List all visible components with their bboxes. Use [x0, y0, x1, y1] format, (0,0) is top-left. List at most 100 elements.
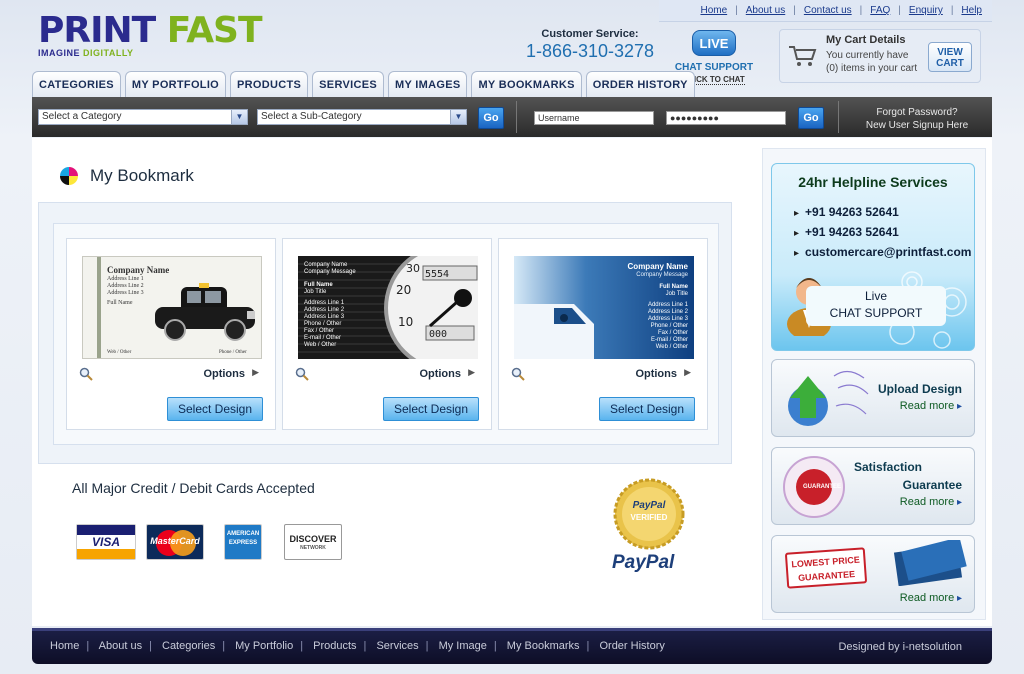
tab-my-bookmarks[interactable]: MY BOOKMARKS — [471, 71, 582, 97]
select-design-button[interactable]: Select Design — [383, 397, 479, 421]
login-go-button[interactable]: Go — [798, 107, 824, 129]
logo[interactable]: PRINT FAST IMAGINE DIGITALLY — [38, 12, 268, 60]
preview-address-3: Address Line 3 — [647, 316, 688, 322]
main-tabs: CATEGORIES MY PORTFOLIO PRODUCTS SERVICE… — [32, 71, 699, 97]
upload-design-box[interactable]: Upload Design Read more — [771, 359, 975, 437]
preview-fax: Fax / Other — [657, 330, 688, 336]
category-go-button[interactable]: Go — [478, 107, 504, 129]
preview-phone: Phone / Other — [304, 321, 342, 327]
van-icon — [514, 304, 594, 359]
subcategory-select[interactable]: Select a Sub-Category ▼ — [257, 109, 467, 125]
helpline-email[interactable]: customercare@printfast.com — [794, 242, 971, 262]
preview-web: Web / Other — [107, 350, 132, 355]
paypal-verified-badge: PayPal VERIFIED PayPal — [608, 478, 690, 578]
password-input[interactable]: ●●●●●●●●● — [666, 111, 786, 125]
preview-full-name: Full Name — [659, 284, 688, 290]
footer-link-services[interactable]: Services — [376, 640, 418, 652]
lowest-price-stamp: LOWEST PRICE GUARANTEE — [784, 547, 868, 589]
svg-text:20: 20 — [396, 283, 411, 297]
cmyk-dot-icon — [60, 167, 78, 185]
helpline-list: +91 94263 52641 +91 94263 52641 customer… — [794, 202, 971, 262]
live-chat-support: CHAT SUPPORT — [829, 306, 923, 320]
top-nav-help[interactable]: Help — [961, 5, 982, 16]
chevron-right-icon: ▶ — [252, 367, 259, 377]
tab-services[interactable]: SERVICES — [312, 71, 385, 97]
top-nav-about[interactable]: About us — [746, 5, 785, 16]
upload-design-read-more[interactable]: Read more — [900, 400, 962, 412]
footer-link-my-image[interactable]: My Image — [439, 640, 487, 652]
category-select[interactable]: Select a Category ▼ — [38, 109, 248, 125]
new-user-signup-link[interactable]: New User Signup Here — [862, 119, 972, 132]
helpline-phone-1: +91 94263 52641 — [794, 202, 971, 222]
top-nav-contact[interactable]: Contact us — [804, 5, 852, 16]
paypal-seal-text: PayPal — [632, 500, 666, 511]
select-design-button[interactable]: Select Design — [167, 397, 263, 421]
top-nav-enquiry[interactable]: Enquiry — [909, 5, 943, 16]
top-nav-faq[interactable]: FAQ — [870, 5, 890, 16]
select-design-button[interactable]: Select Design — [599, 397, 695, 421]
live-chat-support-button[interactable]: Live CHAT SUPPORT — [806, 286, 946, 326]
logo-tagline-accent: DIGITALLY — [83, 48, 134, 58]
preview-full-name: Full Name — [107, 300, 133, 306]
options-link[interactable]: Options — [203, 368, 245, 380]
bookmark-card: Company Name Company Message Full Name J… — [498, 238, 708, 430]
satisfaction-guarantee-box[interactable]: GUARANTEE Satisfaction Guarantee Read mo… — [771, 447, 975, 525]
paypal-logo: PayPal — [612, 552, 675, 573]
zoom-icon[interactable] — [295, 367, 309, 381]
footer-link-my-bookmarks[interactable]: My Bookmarks — [507, 640, 580, 652]
business-card-preview[interactable]: 20 10 30 5554 000 Company Name Company M… — [298, 256, 478, 359]
preview-web: Web / Other — [655, 344, 688, 350]
preview-web: Web / Other — [304, 342, 337, 348]
designed-by[interactable]: Designed by i-netsolution — [838, 641, 962, 653]
logo-brand-accent: FAST — [166, 10, 263, 51]
business-card-preview[interactable]: Company Name Company Message Full Name J… — [514, 256, 694, 359]
mastercard-logo: MasterCard — [146, 524, 204, 560]
zoom-icon[interactable] — [79, 367, 93, 381]
zoom-icon[interactable] — [511, 367, 525, 381]
discover-logo: DISCOVER NETWORK — [284, 524, 342, 560]
username-input[interactable]: Username — [534, 111, 654, 125]
business-card-preview[interactable]: Company Name Address Line 1 Address Line… — [82, 256, 262, 359]
preview-full-name: Full Name — [304, 282, 333, 288]
upload-arrow-icon — [788, 370, 869, 426]
footer-link-about[interactable]: About us — [99, 640, 142, 652]
visa-logo: VISA — [76, 524, 136, 560]
preview-message: Company Message — [636, 272, 688, 278]
preview-company: Company Name — [627, 262, 688, 271]
chevron-right-icon: ▶ — [468, 367, 475, 377]
bookmarks-panel: Company Name Address Line 1 Address Line… — [38, 202, 732, 464]
preview-address-1: Address Line 1 — [304, 300, 345, 306]
helpline-box: 24hr Helpline Services +91 94263 52641 +… — [771, 163, 975, 351]
tab-products[interactable]: PRODUCTS — [230, 71, 309, 97]
lowest-price-box[interactable]: LOWEST PRICE GUARANTEE Read more — [771, 535, 975, 613]
lowest-price-read-more[interactable]: Read more — [900, 592, 962, 604]
options-link[interactable]: Options — [419, 368, 461, 380]
tab-my-images[interactable]: MY IMAGES — [388, 71, 468, 97]
amex-logo: AMERICAN EXPRESS — [224, 524, 262, 560]
tab-order-history[interactable]: ORDER HISTORY — [585, 71, 695, 97]
helpline-title: 24hr Helpline Services — [798, 174, 948, 190]
footer-link-portfolio[interactable]: My Portfolio — [235, 640, 293, 652]
discover-network-text: NETWORK — [300, 545, 326, 551]
footer-link-home[interactable]: Home — [50, 640, 79, 652]
forgot-password-link[interactable]: Forgot Password? — [862, 106, 972, 119]
view-cart-button[interactable]: VIEW CART — [928, 42, 972, 72]
footer-link-products[interactable]: Products — [313, 640, 356, 652]
tab-my-portfolio[interactable]: MY PORTFOLIO — [124, 71, 227, 97]
preview-phone: Phone / Other — [219, 350, 247, 355]
satisfaction-title-1: Satisfaction — [853, 460, 922, 474]
options-link[interactable]: Options — [635, 368, 677, 380]
footer-link-order-history[interactable]: Order History — [599, 640, 664, 652]
business-card-stack-icon — [893, 540, 967, 586]
top-nav-home[interactable]: Home — [700, 5, 727, 16]
tab-categories[interactable]: CATEGORIES — [32, 71, 121, 97]
svg-text:10: 10 — [398, 315, 413, 329]
guarantee-seal-text: GUARANTEE — [802, 484, 841, 490]
right-sidebar: 24hr Helpline Services +91 94263 52641 +… — [762, 148, 986, 620]
footer-link-categories[interactable]: Categories — [162, 640, 215, 652]
satisfaction-read-more[interactable]: Read more — [900, 496, 962, 508]
preview-job-title: Job Title — [665, 291, 688, 297]
bookmarks-grid: Company Name Address Line 1 Address Line… — [53, 223, 719, 445]
logo-tagline: IMAGINE — [38, 48, 81, 58]
search-bar: Select a Category ▼ Select a Sub-Categor… — [32, 97, 992, 137]
